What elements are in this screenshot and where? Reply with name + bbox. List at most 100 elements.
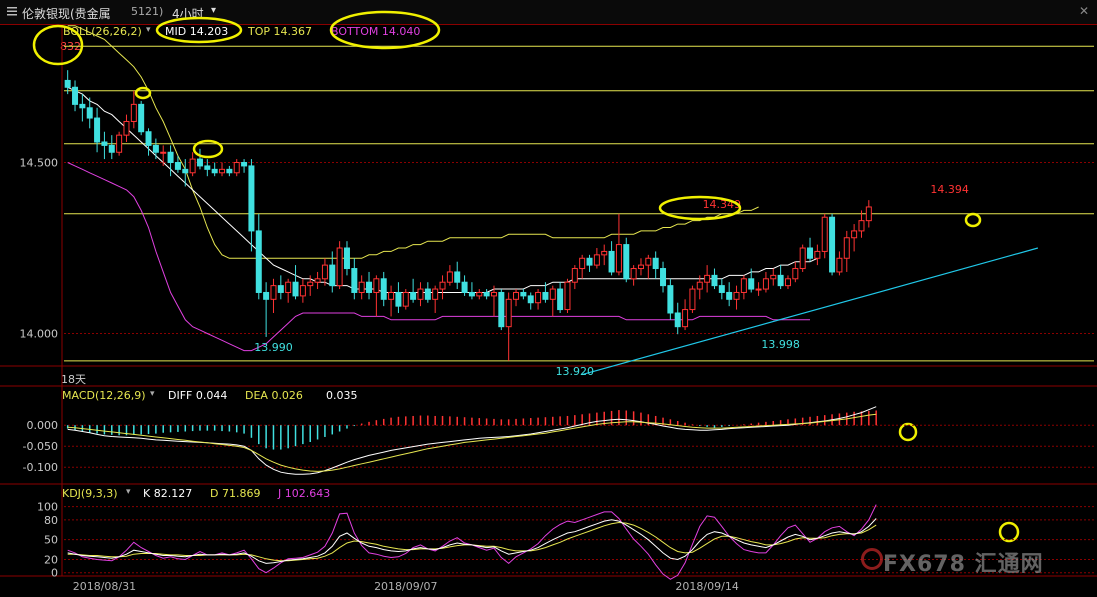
candle-body [196,158,203,167]
candle-body [454,271,461,283]
candle-body [402,291,409,307]
candle-body [476,291,483,297]
candle-body [718,285,725,293]
kdj-tick-label: 80 [44,514,58,527]
highlight-circle-mid [155,16,243,44]
candle-body [865,206,872,222]
candle-body [138,103,145,133]
candle-body [432,288,439,300]
candle-body [79,103,86,109]
candle-body [689,288,696,311]
highlight-circle-macd-cross [898,422,918,442]
candle-body [380,278,387,300]
kdj-tick-label: 20 [44,553,58,566]
candle-body [726,291,733,300]
kdj-k-line [67,518,877,564]
boll-bottom-line [67,162,810,352]
candle-body [851,230,858,239]
price-annotation-label: 14.349 [703,198,742,211]
candle-body [270,285,277,300]
candle-body [424,288,431,300]
candle-body [630,268,637,280]
candle-body [843,237,850,259]
candle-body [417,288,424,300]
candle-body [490,291,497,297]
candle-body [623,244,630,280]
candle-body [373,278,380,293]
candle-body [321,264,328,280]
candle-body [395,291,402,307]
candle-body [351,268,358,293]
watermark-logo-icon [861,548,883,570]
candle-body [336,247,343,287]
candle-body [660,268,667,287]
candle-body [468,291,475,297]
candle-body [94,117,101,143]
candle-body [174,162,181,170]
highlight-circle-recent [964,212,982,228]
kdj-tick-label: 0 [51,567,58,580]
candle-body [704,274,711,283]
candle-body [836,257,843,273]
candle-body [285,281,292,293]
candle-body [674,312,681,328]
chart-canvas[interactable]: 14.500 14.000 13.990 13.920 13.998 14.349 14.3… [0,0,1097,597]
date-tick-label: 2018/09/14 [675,580,738,593]
candle-body [263,291,270,300]
watermark-text: FX678 汇通网 [883,552,1044,577]
candle-body [307,281,314,287]
candle-body [652,257,659,270]
candle-body [160,151,167,154]
date-tick-label: 2018/08/31 [73,580,136,593]
date-tick-label: 2018/09/07 [374,580,437,593]
candle-body [858,220,865,232]
candle-body [189,158,196,174]
highlight-circle-corner [32,24,84,66]
price-tick-label: 14.000 [20,328,59,341]
candle-body [586,257,593,266]
candle-body [799,247,806,270]
candle-body [388,291,395,300]
candle-body [542,291,549,300]
candle-body [329,264,336,287]
candle-body [255,230,262,293]
highlight-circle-high [134,86,152,100]
kdj-d-line [67,521,877,562]
candle-body [182,168,189,174]
candle-body [579,257,586,270]
candle-body [299,285,306,297]
candle-body [748,278,755,290]
candle-body [557,288,564,311]
candle-body [358,281,365,293]
candle-body [64,79,71,88]
kdj-tick-label: 50 [44,534,58,547]
candle-body [807,247,814,259]
candle-body [615,244,622,273]
candle-body [513,291,520,300]
candle-body [770,274,777,280]
candle-body [101,141,108,146]
candle-body [211,168,218,174]
candle-body [167,151,174,164]
candle-body [667,285,674,314]
candle-body [527,295,534,304]
candle-body [439,281,446,290]
candle-body [366,281,373,293]
price-annotation-label: 13.998 [761,338,800,351]
candle-body [784,278,791,287]
candle-body [292,281,299,297]
price-annotation-label: 14.394 [930,183,969,196]
candle-body [204,165,211,170]
candle-body [226,168,233,174]
candle-body [829,216,836,273]
candle-body [821,216,828,252]
candle-body [645,257,652,266]
highlight-circle-bottom [329,10,441,50]
candle-body [571,268,578,283]
candle-body [72,86,79,105]
candle-body [410,291,417,300]
candle-body [277,285,284,293]
kdj-tick-label: 100 [37,501,58,514]
candle-body [792,268,799,280]
candle-body [116,134,123,153]
